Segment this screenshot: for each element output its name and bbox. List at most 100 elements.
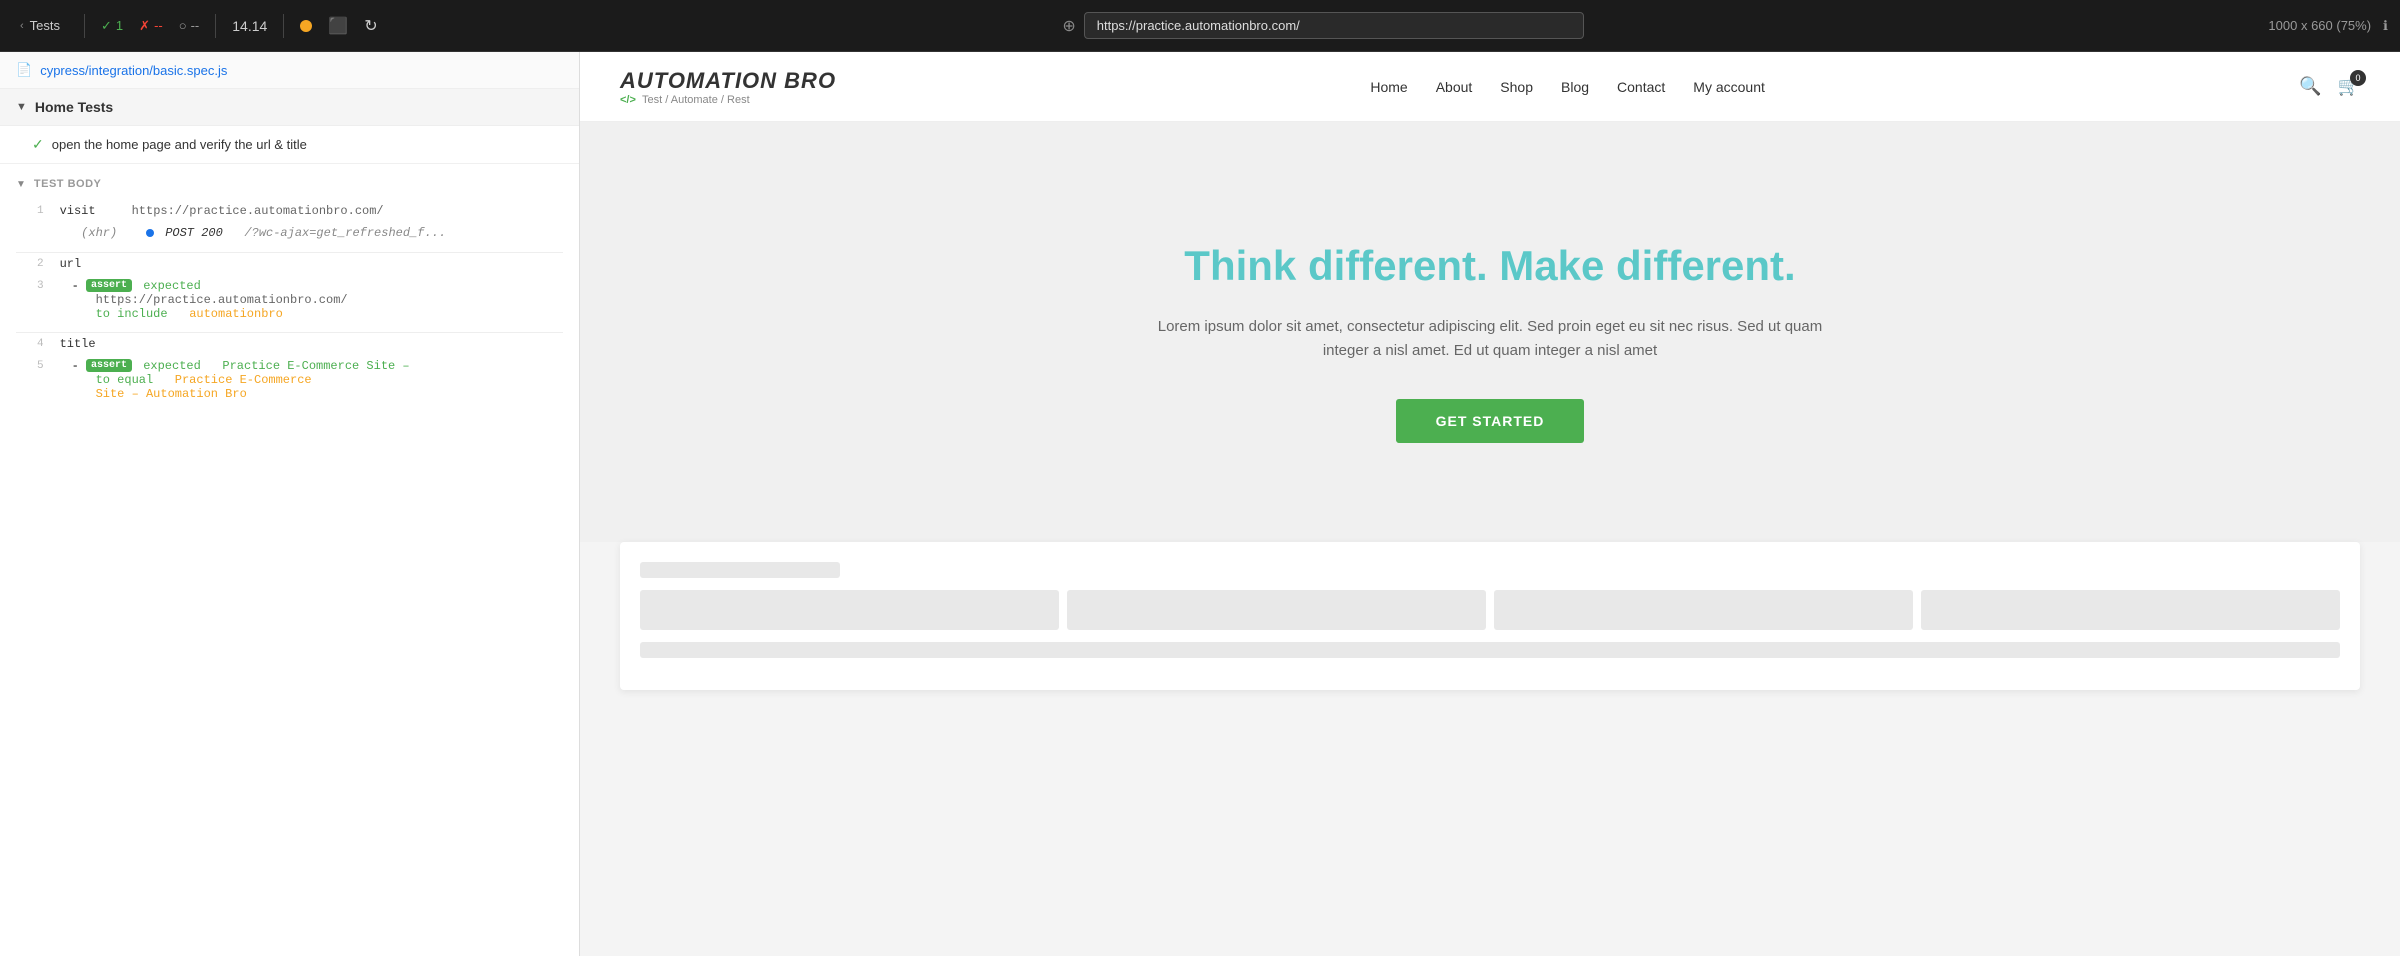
site-preview-card xyxy=(620,542,2360,690)
site-nav-icons: 🔍 🛒 0 xyxy=(2299,76,2360,97)
cart-badge: 0 xyxy=(2350,70,2366,86)
table-row: 1 visit https://practice.automationbro.c… xyxy=(16,200,563,222)
assert-badge-2: assert xyxy=(86,359,132,372)
practice-site-label: Site – Automation Bro xyxy=(60,387,247,401)
cross-icon: ✗ xyxy=(139,18,150,34)
right-panel: AUTOMATION BRO </> Test / Automate / Res… xyxy=(580,52,2400,956)
practice-orange-label: Practice E-Commerce xyxy=(175,373,312,387)
visit-url: https://practice.automationbro.com/ xyxy=(132,204,384,218)
fail-count: -- xyxy=(154,18,163,33)
nav-link-contact[interactable]: Contact xyxy=(1617,79,1665,95)
automationbro-word: automationbro xyxy=(189,307,283,321)
file-icon: 📄 xyxy=(16,62,32,78)
test-body-chevron-icon[interactable]: ▼ xyxy=(16,179,26,190)
hero-title: Think different. Make different. xyxy=(1184,241,1795,291)
xhr-cell: (xhr) POST 200 /?wc-ajax=get_refreshed_f… xyxy=(52,222,563,244)
test-body: ▼ TEST BODY 1 visit https://practice.aut… xyxy=(0,164,579,421)
get-started-button[interactable]: GET STARTED xyxy=(1396,399,1585,443)
cmd-url: url xyxy=(60,257,82,271)
test-body-header: ▼ TEST BODY xyxy=(16,172,563,196)
file-header: 📄 cypress/integration/basic.spec.js xyxy=(0,52,579,89)
divider3 xyxy=(283,14,284,38)
check-icon: ✓ xyxy=(101,18,112,34)
pass-count: 1 xyxy=(116,18,123,33)
circle-icon: ○ xyxy=(179,18,187,33)
table-row: (xhr) POST 200 /?wc-ajax=get_refreshed_f… xyxy=(16,222,563,244)
site-logo: AUTOMATION BRO </> Test / Automate / Res… xyxy=(620,68,836,106)
code-cell: visit https://practice.automationbro.com… xyxy=(52,200,563,222)
left-panel: 📄 cypress/integration/basic.spec.js ▼ Ho… xyxy=(0,52,580,956)
url-input[interactable] xyxy=(1084,12,1584,39)
test-body-label: TEST BODY xyxy=(34,178,101,190)
pass-badge: ✓ 1 xyxy=(101,18,123,34)
hero-subtitle: Lorem ipsum dolor sit amet, consectetur … xyxy=(1140,315,1840,363)
preview-block-3 xyxy=(1494,590,1913,630)
post-label: POST 200 xyxy=(165,226,223,240)
logo-tagline: </> Test / Automate / Rest xyxy=(620,94,836,106)
xhr-label: (xhr) xyxy=(81,226,117,240)
logo-name: AUTOMATION BRO xyxy=(620,68,836,94)
nav-link-shop[interactable]: Shop xyxy=(1500,79,1533,95)
code-cell: - assert expected https://practice.autom… xyxy=(52,275,563,325)
to-include-label: to include xyxy=(60,307,168,321)
preview-block-1 xyxy=(640,590,1059,630)
tests-label: Tests xyxy=(30,18,60,33)
tests-button[interactable]: ‹ Tests xyxy=(12,14,68,37)
top-bar-left: ‹ Tests ✓ 1 ✗ -- ○ -- 14.14 ⬛ ↻ xyxy=(12,14,378,38)
info-icon[interactable]: ℹ xyxy=(2383,18,2388,34)
line-num: 2 xyxy=(16,252,52,275)
divider2 xyxy=(215,14,216,38)
pending-count: -- xyxy=(191,18,200,33)
divider xyxy=(84,14,85,38)
top-bar: ‹ Tests ✓ 1 ✗ -- ○ -- 14.14 ⬛ ↻ ⊕ 1000 x… xyxy=(0,0,2400,52)
timer: 14.14 xyxy=(232,18,267,34)
test-label: open the home page and verify the url & … xyxy=(52,137,307,152)
target-icon: ⊕ xyxy=(1062,16,1075,36)
top-bar-right: 1000 x 660 (75%) ℹ xyxy=(2268,18,2388,34)
search-icon[interactable]: 🔍 xyxy=(2299,76,2321,97)
nav-link-about[interactable]: About xyxy=(1436,79,1473,95)
dimensions-label: 1000 x 660 (75%) xyxy=(2268,18,2371,33)
preview-row xyxy=(640,590,2340,630)
table-row: 3 - assert expected https://practice.aut… xyxy=(16,275,563,325)
blue-dot-icon xyxy=(146,229,154,237)
separator-row xyxy=(16,244,563,252)
to-equal-label: to equal xyxy=(60,373,154,387)
code-cell: title xyxy=(52,333,563,356)
test-content: ▼ Home Tests ✓ open the home page and ve… xyxy=(0,89,579,956)
nav-link-home[interactable]: Home xyxy=(1370,79,1407,95)
test-item: ✓ open the home page and verify the url … xyxy=(0,126,579,164)
line-num: 5 xyxy=(16,355,52,405)
assert-badge: assert xyxy=(86,279,132,292)
test-pass-icon: ✓ xyxy=(32,136,44,153)
line-num: 3 xyxy=(16,275,52,325)
stop-icon[interactable]: ⬛ xyxy=(328,16,348,36)
expected-label-2: expected xyxy=(143,359,201,373)
suite-header: ▼ Home Tests xyxy=(0,89,579,126)
code-table: 1 visit https://practice.automationbro.c… xyxy=(16,200,563,405)
fail-badge: ✗ -- xyxy=(139,18,163,34)
preview-block-2 xyxy=(1067,590,1486,630)
logo-code: </> xyxy=(620,94,636,106)
main-layout: 📄 cypress/integration/basic.spec.js ▼ Ho… xyxy=(0,52,2400,956)
cmd-visit: visit xyxy=(60,204,96,218)
line-num: 4 xyxy=(16,333,52,356)
site-navbar: AUTOMATION BRO </> Test / Automate / Res… xyxy=(580,52,2400,122)
site-nav: Home About Shop Blog Contact My account xyxy=(1370,79,1765,95)
assert-url: https://practice.automationbro.com/ xyxy=(60,293,348,307)
post-url: /?wc-ajax=get_refreshed_f... xyxy=(244,226,446,240)
nav-link-blog[interactable]: Blog xyxy=(1561,79,1589,95)
logo-tagline-text: Test / Automate / Rest xyxy=(642,94,750,106)
pending-badge: ○ -- xyxy=(179,18,200,33)
suite-title: Home Tests xyxy=(35,99,113,115)
reload-icon[interactable]: ↻ xyxy=(364,16,377,36)
cart-button[interactable]: 🛒 0 xyxy=(2338,76,2360,97)
line-num-empty xyxy=(16,222,52,244)
suite-chevron-icon[interactable]: ▼ xyxy=(16,101,27,113)
browser-content: AUTOMATION BRO </> Test / Automate / Res… xyxy=(580,52,2400,956)
table-row: 2 url xyxy=(16,252,563,275)
logo-name-text: AUTOMATION BRO xyxy=(620,68,836,93)
preview-line-2 xyxy=(640,642,2340,658)
line-num: 1 xyxy=(16,200,52,222)
nav-link-my-account[interactable]: My account xyxy=(1693,79,1765,95)
